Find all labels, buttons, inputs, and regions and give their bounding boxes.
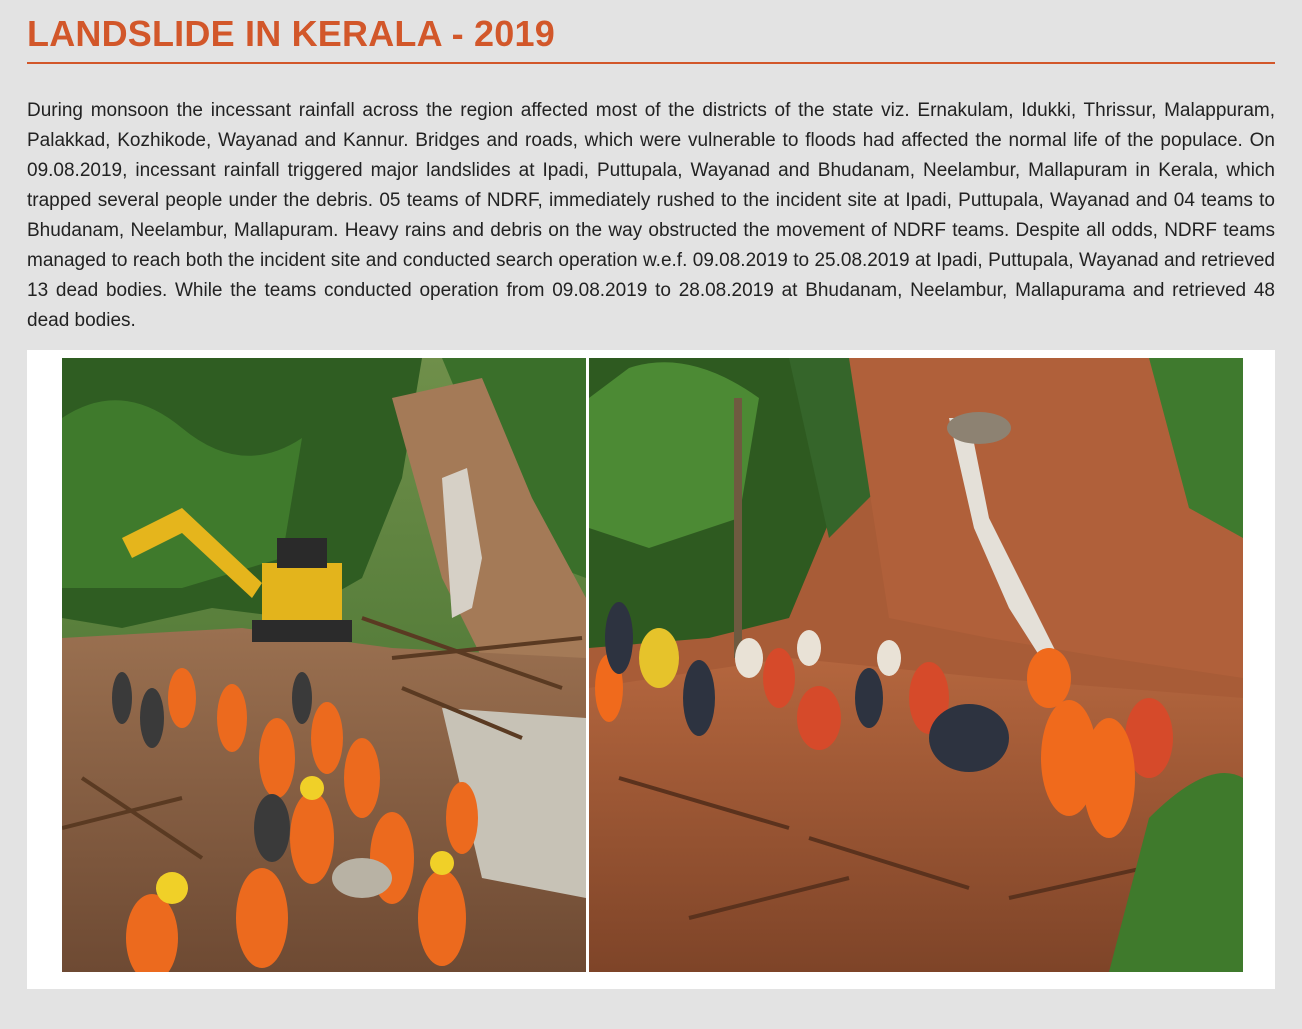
photo-panel	[27, 350, 1275, 989]
landslide-rescue-photo-right	[589, 358, 1243, 972]
page: LANDSLIDE IN KERALA - 2019 During monsoo…	[27, 0, 1275, 989]
landslide-rescue-photo-left	[62, 358, 586, 972]
page-title: LANDSLIDE IN KERALA - 2019	[27, 13, 555, 54]
title-underline	[27, 62, 1275, 64]
article-paragraph: During monsoon the incessant rainfall ac…	[27, 100, 1275, 331]
